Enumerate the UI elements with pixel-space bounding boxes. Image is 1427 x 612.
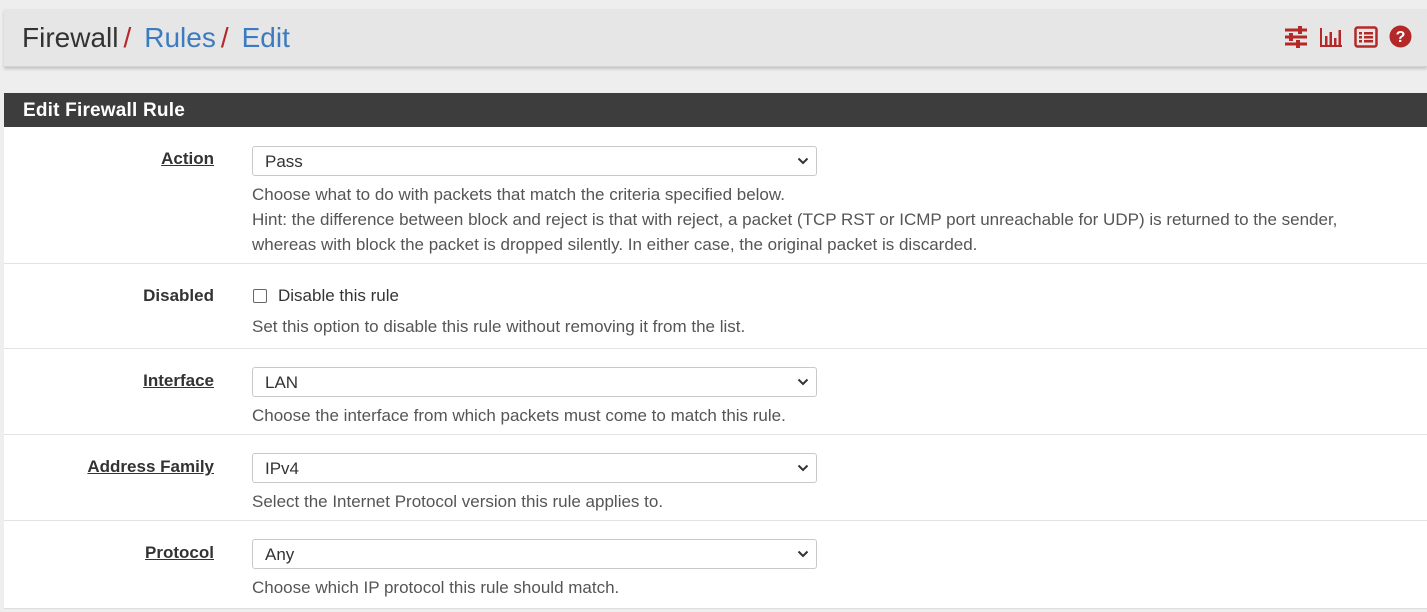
- breadcrumb-separator: /: [220, 22, 229, 53]
- action-select[interactable]: Pass: [252, 146, 817, 176]
- chevron-down-icon: [797, 157, 809, 165]
- protocol-select[interactable]: Any: [252, 539, 817, 569]
- address-family-label[interactable]: Address Family: [87, 457, 214, 477]
- chevron-down-icon: [797, 550, 809, 558]
- action-hint-line: whereas with block the packet is dropped…: [252, 235, 978, 254]
- protocol-select-value: Any: [265, 545, 295, 564]
- form-row-disabled: Disabled Disable this rule Set this opti…: [4, 264, 1427, 349]
- header-icon-group: ?: [1284, 25, 1412, 48]
- interface-help-text: Choose the interface from which packets …: [252, 406, 786, 425]
- interface-select-value: LAN: [265, 373, 299, 392]
- breadcrumb-firewall: Firewall: [22, 22, 119, 53]
- disable-rule-checkbox-label[interactable]: Disable this rule: [278, 286, 399, 306]
- form-row-interface: Interface LAN Choose the interface from …: [4, 349, 1427, 435]
- action-label[interactable]: Action: [161, 149, 214, 169]
- chevron-down-icon: [797, 464, 809, 472]
- chevron-down-icon: [797, 378, 809, 386]
- address-family-help-text: Select the Internet Protocol version thi…: [252, 492, 664, 511]
- form-row-action: Action Pass Choose what to do with packe…: [4, 127, 1427, 264]
- disable-rule-checkbox[interactable]: [253, 289, 267, 303]
- breadcrumb-edit-link[interactable]: Edit: [242, 22, 290, 53]
- page-header: Firewall / Rules / Edit ?: [4, 9, 1427, 67]
- protocol-help-text: Choose which IP protocol this rule shoul…: [252, 578, 620, 597]
- svg-text:?: ?: [1396, 29, 1406, 46]
- protocol-label[interactable]: Protocol: [145, 543, 214, 563]
- action-help-line: Choose what to do with packets that matc…: [252, 185, 785, 204]
- action-hint-line: Hint: the difference between block and r…: [252, 210, 1338, 229]
- interface-select[interactable]: LAN: [252, 367, 817, 397]
- list-icon[interactable]: [1354, 25, 1378, 48]
- edit-firewall-rule-panel: Edit Firewall Rule Action Pass Choose wh…: [4, 93, 1427, 609]
- disabled-help-text: Set this option to disable this rule wit…: [252, 317, 746, 336]
- interface-label[interactable]: Interface: [143, 371, 214, 391]
- breadcrumb-rules-link[interactable]: Rules: [144, 22, 216, 53]
- form-row-address-family: Address Family IPv4 Select the Internet …: [4, 435, 1427, 521]
- address-family-select-value: IPv4: [265, 459, 300, 478]
- bar-chart-icon[interactable]: [1319, 26, 1343, 48]
- disabled-label: Disabled: [143, 286, 214, 305]
- sliders-icon[interactable]: [1284, 25, 1308, 48]
- action-help-text: Choose what to do with packets that matc…: [252, 182, 1337, 257]
- form-row-protocol: Protocol Any Choose which IP protocol th…: [4, 521, 1427, 607]
- panel-title: Edit Firewall Rule: [4, 93, 1427, 127]
- breadcrumb: Firewall / Rules / Edit: [22, 21, 290, 55]
- breadcrumb-separator: /: [123, 22, 132, 53]
- help-icon[interactable]: ?: [1389, 25, 1412, 48]
- address-family-select[interactable]: IPv4: [252, 453, 817, 483]
- action-select-value: Pass: [265, 152, 303, 171]
